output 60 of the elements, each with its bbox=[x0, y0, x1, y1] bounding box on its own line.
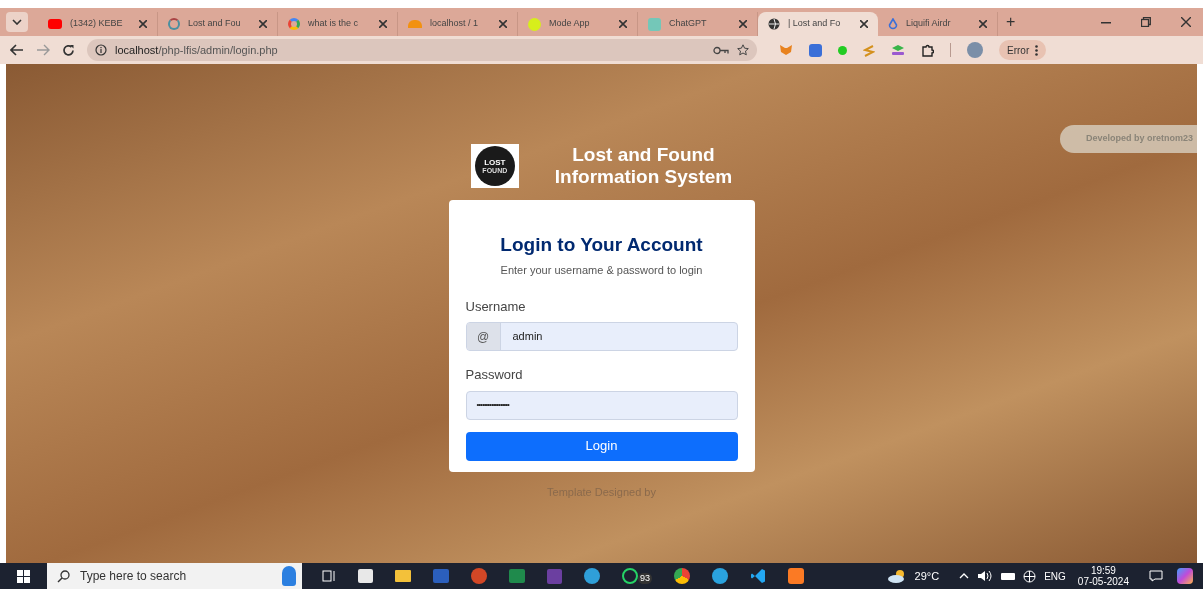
close-icon[interactable] bbox=[379, 20, 387, 28]
at-sign-prefix: @ bbox=[466, 323, 501, 350]
login-subheading: Enter your username & password to login bbox=[499, 263, 704, 278]
new-tab-button[interactable]: + bbox=[1006, 14, 1016, 30]
close-icon[interactable] bbox=[1181, 17, 1191, 27]
browser-tab[interactable]: | Lost and Fo bbox=[758, 12, 878, 36]
restore-icon[interactable] bbox=[1141, 17, 1151, 27]
spinner-icon bbox=[168, 18, 180, 30]
star-icon[interactable] bbox=[737, 44, 749, 56]
task-view-icon[interactable] bbox=[322, 570, 336, 582]
dot-extension-icon[interactable] bbox=[838, 45, 847, 55]
close-icon[interactable] bbox=[739, 20, 747, 28]
stack-extension-icon[interactable] bbox=[891, 44, 905, 56]
close-icon[interactable] bbox=[259, 20, 267, 28]
search-icon bbox=[57, 569, 70, 583]
taskbar-search-field[interactable]: Type here to search bbox=[47, 563, 302, 589]
tab-search-button[interactable] bbox=[6, 12, 28, 32]
app-title: Lost and Found bbox=[572, 144, 715, 166]
temperature[interactable]: 29°C bbox=[914, 567, 940, 585]
video-play-icon bbox=[48, 19, 62, 29]
profile-avatar[interactable] bbox=[967, 42, 983, 58]
close-icon[interactable] bbox=[979, 20, 987, 28]
address-bar[interactable]: localhost/php-lfis/admin/login.php bbox=[87, 39, 757, 61]
language-indicator[interactable]: ENG bbox=[1044, 568, 1066, 584]
login-heading: Login to Your Account bbox=[499, 233, 704, 257]
logo-text: LOST bbox=[484, 158, 506, 167]
water-drop-icon bbox=[888, 17, 898, 31]
close-icon[interactable] bbox=[139, 20, 147, 28]
key-icon[interactable] bbox=[713, 45, 729, 55]
reload-icon[interactable] bbox=[62, 43, 75, 57]
notification-count: 93 bbox=[638, 573, 652, 584]
password-label: Password bbox=[465, 366, 524, 384]
info-icon bbox=[95, 44, 107, 56]
chevron-down-icon bbox=[12, 19, 22, 25]
app-title: Information System bbox=[554, 166, 733, 188]
back-icon[interactable] bbox=[10, 44, 24, 56]
clock[interactable]: 19:59 07-05-2024 bbox=[1077, 565, 1129, 587]
puzzle-icon[interactable] bbox=[921, 43, 934, 57]
password-value: •••••••••••••••••• bbox=[476, 399, 509, 411]
password-field[interactable]: •••••••••••••••••• bbox=[465, 390, 738, 420]
close-icon[interactable] bbox=[499, 20, 507, 28]
battery-icon[interactable] bbox=[1001, 572, 1016, 580]
close-icon[interactable] bbox=[619, 20, 627, 28]
username-label: Username bbox=[465, 297, 527, 316]
minimize-icon[interactable] bbox=[1101, 22, 1111, 24]
backpack-icon bbox=[282, 566, 296, 586]
globe-icon[interactable] bbox=[1023, 569, 1037, 583]
windows-start-icon[interactable] bbox=[17, 569, 30, 583]
username-value: admin bbox=[511, 329, 543, 345]
more-icon bbox=[1035, 44, 1039, 56]
username-field[interactable]: @ admin bbox=[465, 322, 738, 351]
profile-error-button[interactable]: Error bbox=[999, 40, 1047, 60]
login-button[interactable]: Login bbox=[465, 431, 738, 461]
chevron-up-icon[interactable] bbox=[959, 573, 970, 579]
speaker-icon[interactable] bbox=[977, 570, 994, 582]
close-icon[interactable] bbox=[860, 20, 868, 28]
globe-icon bbox=[768, 18, 780, 30]
developer-badge: Developed by oretnom23 bbox=[1059, 125, 1197, 153]
notifications-icon[interactable] bbox=[1149, 570, 1163, 582]
cloud-sun-icon[interactable] bbox=[886, 569, 907, 583]
